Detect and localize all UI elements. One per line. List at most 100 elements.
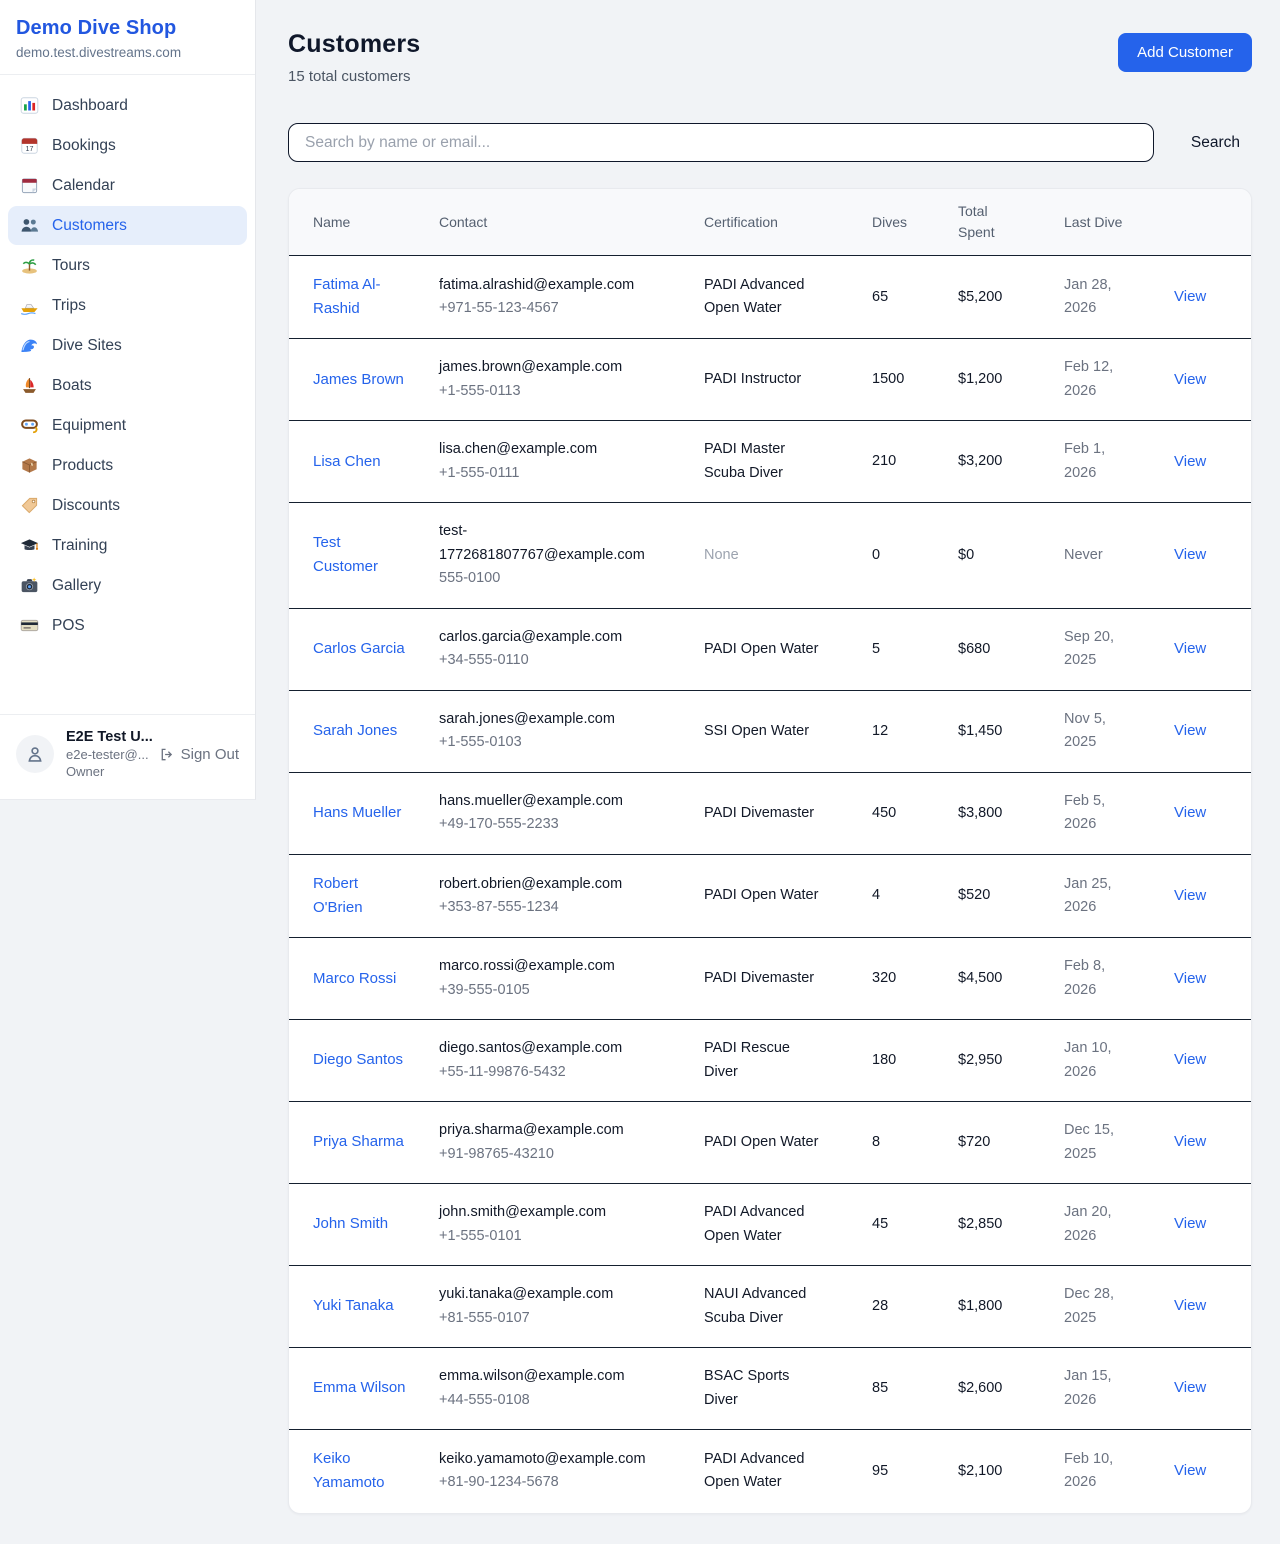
sidebar-item-products[interactable]: Products (8, 446, 247, 485)
total-spent-cell: $1,800 (958, 1266, 1064, 1348)
view-customer-link[interactable]: View (1174, 1051, 1206, 1068)
customer-name-link[interactable]: Keiko Yamamoto (313, 1447, 409, 1495)
view-cell: View (1174, 938, 1252, 1020)
col-header-last-dive: Last Dive (1064, 189, 1174, 256)
customer-name-link[interactable]: Emma Wilson (313, 1376, 406, 1400)
customer-name-link[interactable]: Robert O'Brien (313, 872, 409, 920)
search-input[interactable] (288, 123, 1154, 162)
customer-last-dive: Feb 5, 2026 (1064, 793, 1105, 832)
search-button[interactable]: Search (1179, 126, 1252, 160)
customer-name-link[interactable]: Fatima Al-Rashid (313, 273, 409, 321)
user-box: E2E Test U... e2e-tester@... Owner Sign … (0, 714, 255, 799)
customer-email: john.smith@example.com (439, 1201, 654, 1224)
customer-row: Carlos Garcia carlos.garcia@example.com … (289, 608, 1252, 690)
sidebar-item-equipment[interactable]: Equipment (8, 406, 247, 445)
customer-last-dive: Feb 10, 2026 (1064, 1451, 1113, 1490)
last-dive-cell: Nov 5, 2025 (1064, 690, 1174, 772)
user-role: Owner (66, 764, 147, 779)
view-customer-link[interactable]: View (1174, 640, 1206, 657)
sidebar-item-dive-sites[interactable]: Dive Sites (8, 326, 247, 365)
total-spent-cell: $5,200 (958, 256, 1064, 339)
boats-icon (20, 376, 39, 395)
page-title: Customers (288, 30, 420, 59)
view-customer-link[interactable]: View (1174, 453, 1206, 470)
view-customer-link[interactable]: View (1174, 1379, 1206, 1396)
customer-total-spent: $0 (958, 547, 974, 563)
customer-certification: PADI Advanced Open Water (704, 1451, 805, 1490)
total-spent-cell: $680 (958, 608, 1064, 690)
sidebar-item-boats[interactable]: Boats (8, 366, 247, 405)
sidebar-item-label: Bookings (52, 137, 116, 155)
contact-cell: priya.sharma@example.com +91-98765-43210 (439, 1102, 704, 1184)
brand: Demo Dive Shop demo.test.divestreams.com (0, 0, 255, 75)
customer-dives: 0 (872, 547, 880, 563)
customer-name-link[interactable]: Lisa Chen (313, 450, 381, 474)
sidebar-item-label: Dive Sites (52, 337, 122, 355)
customer-name-link[interactable]: Test Customer (313, 531, 409, 579)
view-customer-link[interactable]: View (1174, 1133, 1206, 1150)
customer-phone: 555-0100 (439, 567, 654, 590)
customer-email: james.brown@example.com (439, 356, 654, 379)
view-customer-link[interactable]: View (1174, 804, 1206, 821)
sidebar-item-gallery[interactable]: Gallery (8, 566, 247, 605)
sidebar-item-trips[interactable]: Trips (8, 286, 247, 325)
view-customer-link[interactable]: View (1174, 722, 1206, 739)
name-cell: Yuki Tanaka (289, 1266, 439, 1348)
customer-name-link[interactable]: John Smith (313, 1212, 388, 1236)
customer-name-link[interactable]: Diego Santos (313, 1048, 403, 1072)
sidebar-item-bookings[interactable]: 17 Bookings (8, 126, 247, 165)
tours-icon (20, 256, 39, 275)
customer-row: James Brown james.brown@example.com +1-5… (289, 339, 1252, 421)
customer-name-link[interactable]: Yuki Tanaka (313, 1294, 394, 1318)
customer-phone: +34-555-0110 (439, 649, 654, 672)
view-cell: View (1174, 421, 1252, 503)
last-dive-cell: Jan 20, 2026 (1064, 1184, 1174, 1266)
customer-name-link[interactable]: Hans Mueller (313, 801, 401, 825)
customer-name-link[interactable]: Sarah Jones (313, 719, 397, 743)
view-customer-link[interactable]: View (1174, 371, 1206, 388)
view-customer-link[interactable]: View (1174, 1215, 1206, 1232)
view-customer-link[interactable]: View (1174, 288, 1206, 305)
sidebar-item-discounts[interactable]: Discounts (8, 486, 247, 525)
customer-name-link[interactable]: James Brown (313, 368, 404, 392)
col-header-certification: Certification (704, 189, 872, 256)
customer-certification: BSAC Sports Diver (704, 1368, 789, 1407)
customer-row: Lisa Chen lisa.chen@example.com +1-555-0… (289, 421, 1252, 503)
dives-cell: 0 (872, 503, 958, 608)
sidebar-item-customers[interactable]: Customers (8, 206, 247, 245)
add-customer-button[interactable]: Add Customer (1118, 33, 1252, 72)
customer-row: Hans Mueller hans.mueller@example.com +4… (289, 772, 1252, 854)
name-cell: Sarah Jones (289, 690, 439, 772)
view-customer-link[interactable]: View (1174, 546, 1206, 563)
sidebar-item-dashboard[interactable]: Dashboard (8, 86, 247, 125)
contact-cell: fatima.alrashid@example.com +971-55-123-… (439, 256, 704, 339)
total-spent-cell: $4,500 (958, 938, 1064, 1020)
contact-cell: john.smith@example.com +1-555-0101 (439, 1184, 704, 1266)
view-customer-link[interactable]: View (1174, 1297, 1206, 1314)
last-dive-cell: Jan 28, 2026 (1064, 256, 1174, 339)
view-customer-link[interactable]: View (1174, 887, 1206, 904)
discounts-icon (20, 496, 39, 515)
name-cell: Fatima Al-Rashid (289, 256, 439, 339)
customer-name-link[interactable]: Carlos Garcia (313, 637, 405, 661)
contact-cell: carlos.garcia@example.com +34-555-0110 (439, 608, 704, 690)
sign-out-button[interactable]: Sign Out (159, 746, 239, 763)
sidebar-item-tours[interactable]: Tours (8, 246, 247, 285)
sidebar-item-pos[interactable]: POS (8, 606, 247, 645)
certification-cell: PADI Advanced Open Water (704, 1184, 872, 1266)
customer-name-link[interactable]: Priya Sharma (313, 1130, 404, 1154)
sidebar-item-calendar[interactable]: Calendar (8, 166, 247, 205)
customer-total-spent: $3,800 (958, 805, 1002, 821)
name-cell: Robert O'Brien (289, 854, 439, 937)
customer-name-link[interactable]: Marco Rossi (313, 967, 396, 991)
view-customer-link[interactable]: View (1174, 1462, 1206, 1479)
sidebar-item-training[interactable]: Training (8, 526, 247, 565)
customer-certification: NAUI Advanced Scuba Diver (704, 1286, 806, 1325)
view-customer-link[interactable]: View (1174, 970, 1206, 987)
brand-domain: demo.test.divestreams.com (16, 45, 239, 60)
contact-cell: test-1772681807767@example.com 555-0100 (439, 503, 704, 608)
name-cell: Hans Mueller (289, 772, 439, 854)
certification-cell: PADI Open Water (704, 1102, 872, 1184)
user-icon (25, 744, 45, 764)
sidebar-item-label: Gallery (52, 577, 101, 595)
